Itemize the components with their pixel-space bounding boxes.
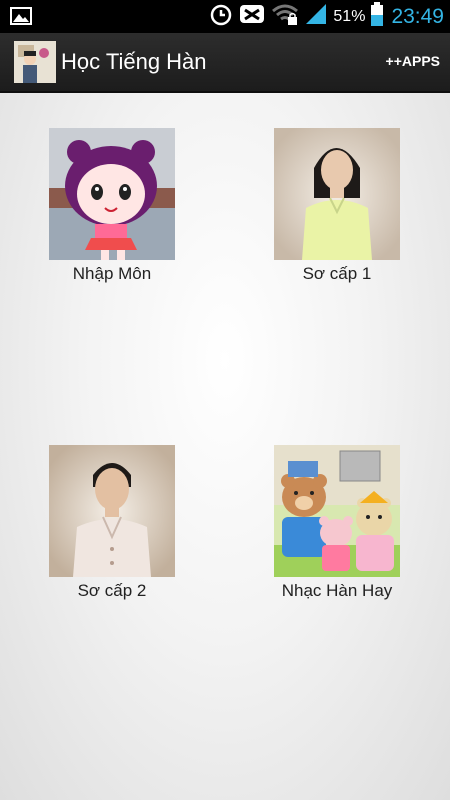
tile-so-cap-1[interactable]: Sơ cấp 1 [237, 128, 437, 284]
tile-label: Nhạc Hàn Hay [281, 581, 393, 600]
tile-label: Nhập Môn [72, 264, 152, 283]
signal-icon [305, 3, 327, 30]
bear-family-image [274, 445, 400, 577]
man-teacher-image [49, 445, 175, 577]
muted-icon [239, 2, 265, 31]
more-apps-button[interactable]: ++APPS [386, 53, 440, 69]
app-title: Học Tiếng Hàn [61, 49, 207, 74]
tile-nhap-mon[interactable]: Nhập Môn [12, 128, 212, 284]
status-bar: 51% 23:49 [0, 0, 450, 33]
tile-label: Sơ cấp 1 [302, 264, 372, 283]
battery-icon [371, 2, 384, 31]
cartoon-girl-image [49, 128, 175, 260]
wifi-lock-icon [271, 2, 299, 31]
tile-so-cap-2[interactable]: Sơ cấp 2 [12, 445, 212, 601]
gallery-icon [10, 7, 32, 30]
app-logo-icon[interactable] [14, 41, 56, 83]
alarm-icon [209, 2, 233, 31]
woman-teacher-image [274, 128, 400, 260]
clock: 23:49 [391, 4, 444, 28]
action-bar: Học Tiếng Hàn ++APPS [0, 33, 450, 93]
tile-label: Sơ cấp 2 [77, 581, 147, 600]
tile-nhac-han-hay[interactable]: Nhạc Hàn Hay [237, 445, 437, 601]
battery-percent: 51% [333, 7, 366, 25]
